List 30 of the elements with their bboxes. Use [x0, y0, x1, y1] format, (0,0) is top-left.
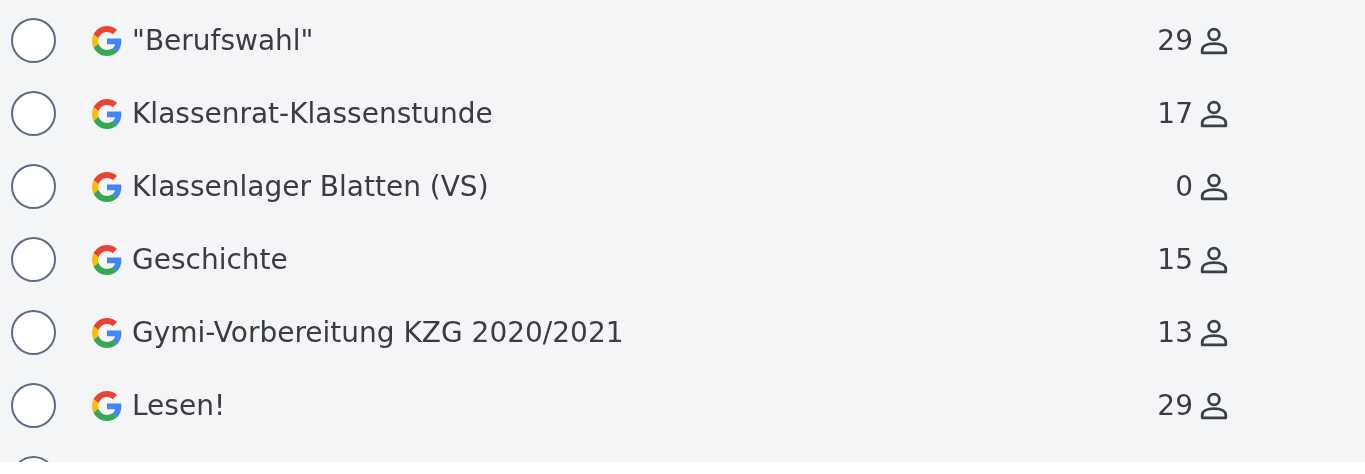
group-name[interactable]: Lesen!: [132, 389, 226, 422]
radio-button[interactable]: [11, 18, 56, 63]
group-name[interactable]: Geschichte: [132, 243, 288, 276]
member-count: 17: [1156, 97, 1193, 130]
g-logo-icon: [92, 317, 122, 348]
person-icon: [1199, 98, 1229, 129]
person-icon: [1199, 390, 1229, 421]
member-count: 29: [1156, 389, 1193, 422]
member-count: 0: [1174, 170, 1193, 203]
group-name[interactable]: Klassenlager Blatten (VS): [132, 170, 489, 203]
group-name[interactable]: "Berufswahl": [132, 24, 314, 57]
g-logo-icon: [92, 390, 122, 421]
g-logo-icon: [92, 171, 122, 202]
radio-button[interactable]: [11, 310, 56, 355]
group-name[interactable]: Klassenrat-Klassenstunde: [132, 97, 493, 130]
member-count: 15: [1156, 243, 1193, 276]
g-logo-icon: [92, 98, 122, 129]
radio-button[interactable]: [11, 91, 56, 136]
person-icon: [1199, 244, 1229, 275]
radio-button[interactable]: [11, 383, 56, 428]
g-logo-icon: [92, 25, 122, 56]
person-icon: [1199, 25, 1229, 56]
group-name[interactable]: Gymi-Vorbereitung KZG 2020/2021: [132, 316, 624, 349]
radio-button[interactable]: [11, 237, 56, 282]
person-icon: [1199, 317, 1229, 348]
radio-button[interactable]: [11, 164, 56, 209]
g-logo-icon: [92, 244, 122, 275]
person-icon: [1199, 171, 1229, 202]
member-count: 13: [1156, 316, 1193, 349]
member-count: 29: [1156, 24, 1193, 57]
